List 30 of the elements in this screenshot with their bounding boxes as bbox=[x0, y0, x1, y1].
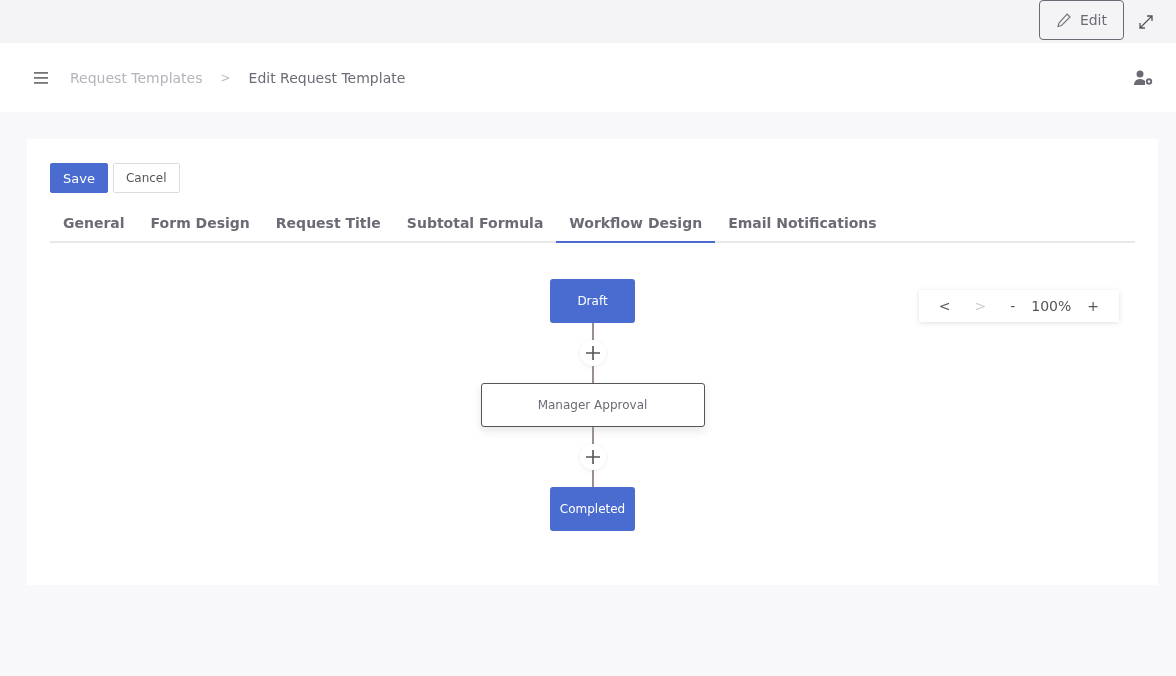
expand-icon[interactable] bbox=[1138, 13, 1154, 30]
status-node[interactable]: Draft bbox=[550, 279, 635, 323]
pencil-icon bbox=[1055, 11, 1072, 28]
plus-icon bbox=[584, 449, 601, 465]
add-step-button[interactable] bbox=[579, 444, 606, 470]
zoom-level: 100% bbox=[1030, 298, 1073, 314]
zoom-in-button[interactable]: + bbox=[1075, 292, 1111, 320]
tab[interactable]: Subtotal Formula bbox=[393, 215, 557, 243]
status-node[interactable]: Completed bbox=[550, 487, 635, 531]
connector-line bbox=[591, 470, 594, 487]
tab[interactable]: Email Notifications bbox=[715, 215, 890, 243]
tab[interactable]: Request Title bbox=[262, 215, 394, 243]
edit-button[interactable]: Edit bbox=[1038, 0, 1124, 40]
add-step-button[interactable] bbox=[579, 340, 606, 366]
tab[interactable]: Workflow Design bbox=[556, 215, 716, 243]
menu-icon[interactable] bbox=[34, 71, 48, 84]
tab[interactable]: Form Design bbox=[137, 215, 263, 243]
zoom-out-button[interactable]: - bbox=[998, 292, 1028, 320]
cancel-button[interactable]: Cancel bbox=[112, 163, 180, 193]
breadcrumb-separator: > bbox=[220, 70, 231, 85]
previous-button[interactable]: < bbox=[926, 292, 963, 320]
connector-line bbox=[591, 323, 594, 340]
step-node[interactable]: Manager Approval bbox=[480, 383, 705, 427]
tab[interactable]: General bbox=[50, 215, 138, 243]
save-button[interactable]: Save bbox=[50, 163, 108, 193]
user-settings-icon[interactable] bbox=[1134, 69, 1154, 86]
connector-line bbox=[591, 366, 594, 383]
breadcrumb-item: Edit Request Template bbox=[248, 69, 406, 86]
plus-icon bbox=[584, 345, 601, 361]
connector-line bbox=[591, 427, 594, 444]
